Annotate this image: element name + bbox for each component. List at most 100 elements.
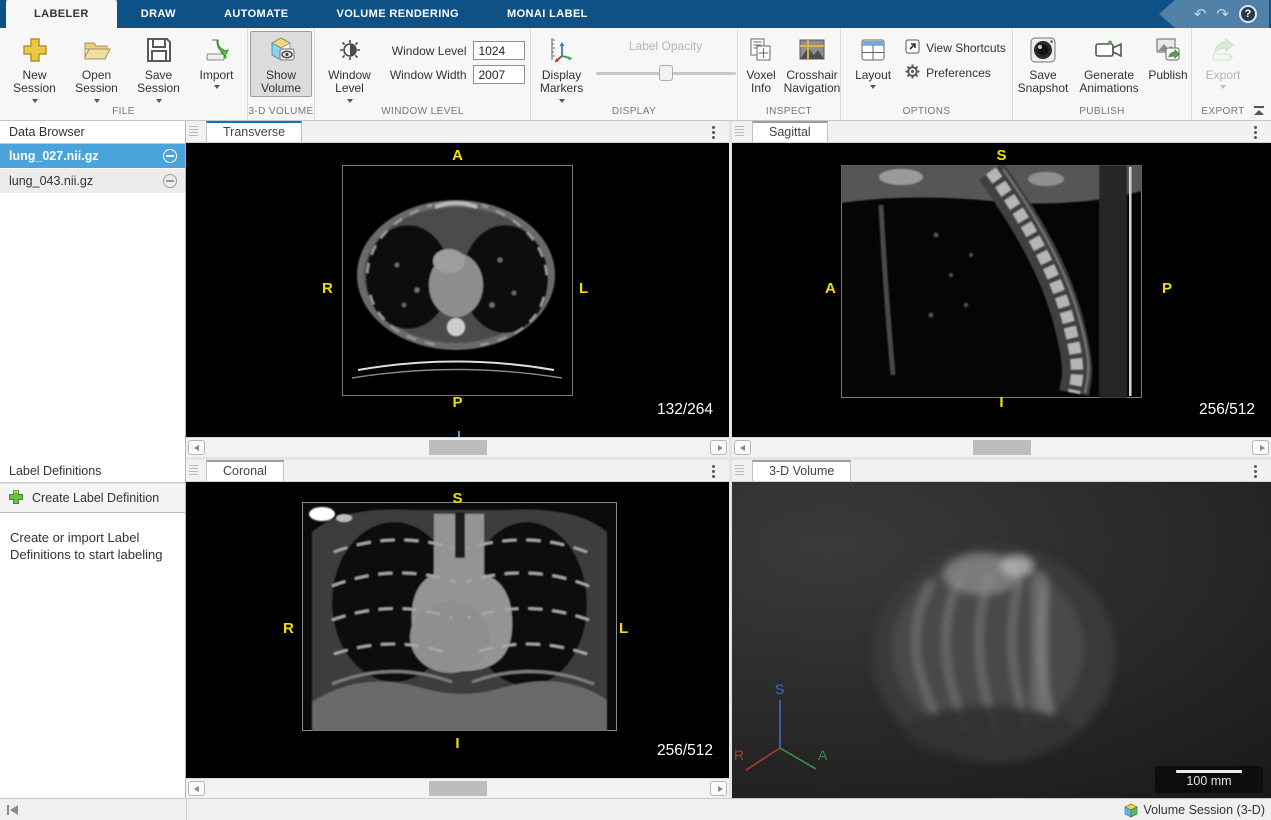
transverse-slice-scrollbar[interactable]	[186, 437, 729, 457]
volume-3d-pane: 3-D Volume	[732, 460, 1271, 798]
sagittal-tab[interactable]: Sagittal	[752, 121, 828, 142]
orientation-label-inferior: I	[455, 735, 459, 752]
ribbon-section-publish: Save Snapshot Generate Animations	[1013, 28, 1192, 120]
sagittal-viewport[interactable]: S A P I 256/512	[732, 143, 1271, 437]
remove-file-icon[interactable]	[163, 149, 177, 163]
coronal-viewport[interactable]: S R L I 256/512	[186, 482, 729, 778]
window-level-button[interactable]: Window Level	[321, 31, 379, 104]
coronal-ct-image[interactable]	[302, 502, 617, 731]
sagittal-slice-scrollbar[interactable]	[732, 437, 1271, 457]
scroll-right-icon[interactable]	[1252, 440, 1269, 455]
save-session-button[interactable]: Save Session	[128, 31, 190, 104]
label-opacity-slider[interactable]	[596, 65, 736, 81]
save-session-icon	[143, 34, 175, 66]
pane-menu-icon[interactable]	[1254, 470, 1257, 473]
transverse-pane: Transverse	[186, 121, 729, 457]
publish-button[interactable]: Publish	[1145, 31, 1191, 83]
scroll-thumb[interactable]	[429, 440, 487, 455]
new-session-icon	[19, 34, 51, 66]
tab-labeler[interactable]: LABELER	[6, 0, 117, 28]
orientation-label-left: L	[619, 620, 628, 637]
layout-icon	[857, 34, 889, 66]
window-width-input[interactable]	[473, 65, 525, 84]
coronal-tab-strip: Coronal	[186, 460, 729, 482]
sagittal-ct-image[interactable]	[841, 165, 1142, 398]
transverse-viewport[interactable]: A R L P 132/264	[186, 143, 729, 437]
new-session-caret-icon	[32, 99, 38, 103]
coronal-slice-scrollbar[interactable]	[186, 778, 729, 798]
tab-automate[interactable]: AUTOMATE	[200, 0, 313, 28]
label-definitions-panel: Label Definitions Create Label Definitio…	[0, 460, 185, 563]
window-level-field-label: Window Level	[383, 44, 467, 58]
panel-grip-icon[interactable]	[189, 465, 198, 476]
create-label-definition-button[interactable]: Create Label Definition	[0, 483, 185, 513]
data-browser-item-lung-043[interactable]: lung_043.nii.gz	[0, 169, 185, 194]
save-snapshot-button[interactable]: Save Snapshot	[1013, 31, 1073, 97]
volume-3d-tab[interactable]: 3-D Volume	[752, 460, 851, 481]
panel-grip-icon[interactable]	[735, 126, 744, 137]
show-volume-icon	[265, 34, 297, 66]
scale-bar: 100 mm	[1155, 766, 1263, 793]
section-label-window-level: WINDOW LEVEL	[315, 105, 530, 120]
section-label-display: DISPLAY	[531, 105, 737, 120]
tab-draw[interactable]: DRAW	[117, 0, 200, 28]
preferences-button[interactable]: Preferences	[905, 64, 1006, 82]
pane-menu-icon[interactable]	[712, 131, 715, 134]
export-button[interactable]: Export	[1192, 31, 1254, 90]
pane-menu-icon[interactable]	[1254, 131, 1257, 134]
transverse-ct-image[interactable]	[342, 165, 573, 396]
undo-icon[interactable]: ↶	[1194, 7, 1207, 22]
generate-animations-button[interactable]: Generate Animations	[1073, 31, 1145, 97]
axis-label-s: S	[775, 681, 784, 697]
tab-volume-rendering[interactable]: VOLUME RENDERING	[312, 0, 483, 28]
volume-3d-tab-strip: 3-D Volume	[732, 460, 1271, 482]
status-bar: Volume Session (3-D)	[0, 798, 1271, 820]
data-browser-item-lung-027[interactable]: lung_027.nii.gz	[0, 144, 185, 169]
open-session-button[interactable]: Open Session	[66, 31, 128, 104]
redo-icon[interactable]: ↷	[1216, 7, 1229, 22]
remove-file-icon[interactable]	[163, 174, 177, 188]
orientation-label-posterior: P	[1162, 280, 1172, 297]
window-level-caret-icon	[347, 99, 353, 103]
panel-grip-icon[interactable]	[735, 465, 744, 476]
gear-icon	[905, 64, 920, 82]
orientation-label-inferior: I	[999, 394, 1003, 411]
view-shortcuts-icon	[905, 39, 920, 57]
scroll-right-icon[interactable]	[710, 781, 727, 796]
collapse-sidebar-icon[interactable]	[7, 805, 19, 815]
section-label-inspect: INSPECT	[738, 105, 840, 120]
orientation-label-left: L	[579, 280, 588, 297]
transverse-tab[interactable]: Transverse	[206, 121, 302, 142]
new-session-button[interactable]: New Session	[4, 31, 66, 104]
scroll-left-icon[interactable]	[188, 440, 205, 455]
display-markers-button[interactable]: Display Markers	[531, 31, 592, 104]
sagittal-tab-strip: Sagittal	[732, 121, 1271, 143]
sidebar: Data Browser lung_027.nii.gz lung_043.ni…	[0, 121, 186, 798]
scroll-thumb[interactable]	[973, 440, 1031, 455]
tab-monai-label[interactable]: MONAI LABEL	[483, 0, 612, 28]
save-session-caret-icon	[156, 99, 162, 103]
crosshair-navigation-button[interactable]: Crosshair Navigation	[784, 31, 840, 97]
window-level-input[interactable]	[473, 41, 525, 60]
show-volume-toggle[interactable]: Show Volume	[250, 31, 312, 97]
scroll-right-icon[interactable]	[710, 440, 727, 455]
scroll-left-icon[interactable]	[188, 781, 205, 796]
scroll-thumb[interactable]	[429, 781, 487, 796]
panel-grip-icon[interactable]	[189, 126, 198, 137]
ribbon-section-options: Layout View Shortcuts Preference	[841, 28, 1013, 120]
label-definitions-hint: Create or import Label Definitions to st…	[0, 513, 185, 563]
scroll-left-icon[interactable]	[734, 440, 751, 455]
pane-menu-icon[interactable]	[712, 470, 715, 473]
camera-icon	[1027, 34, 1059, 66]
voxel-info-button[interactable]: Voxel Info	[738, 31, 784, 97]
view-shortcuts-button[interactable]: View Shortcuts	[905, 39, 1006, 57]
volume-3d-viewport[interactable]: S R A 100 mm	[732, 482, 1271, 798]
collapse-ribbon-icon[interactable]	[1253, 106, 1265, 116]
slider-thumb[interactable]	[659, 65, 673, 81]
ribbon-section-window-level: Window Level Window Level Window Width W…	[315, 28, 531, 120]
slice-indicator: 256/512	[1199, 401, 1255, 419]
layout-button[interactable]: Layout	[847, 31, 899, 90]
coronal-tab[interactable]: Coronal	[206, 460, 284, 481]
help-icon[interactable]: ?	[1239, 5, 1257, 23]
import-button[interactable]: Import	[190, 31, 244, 90]
